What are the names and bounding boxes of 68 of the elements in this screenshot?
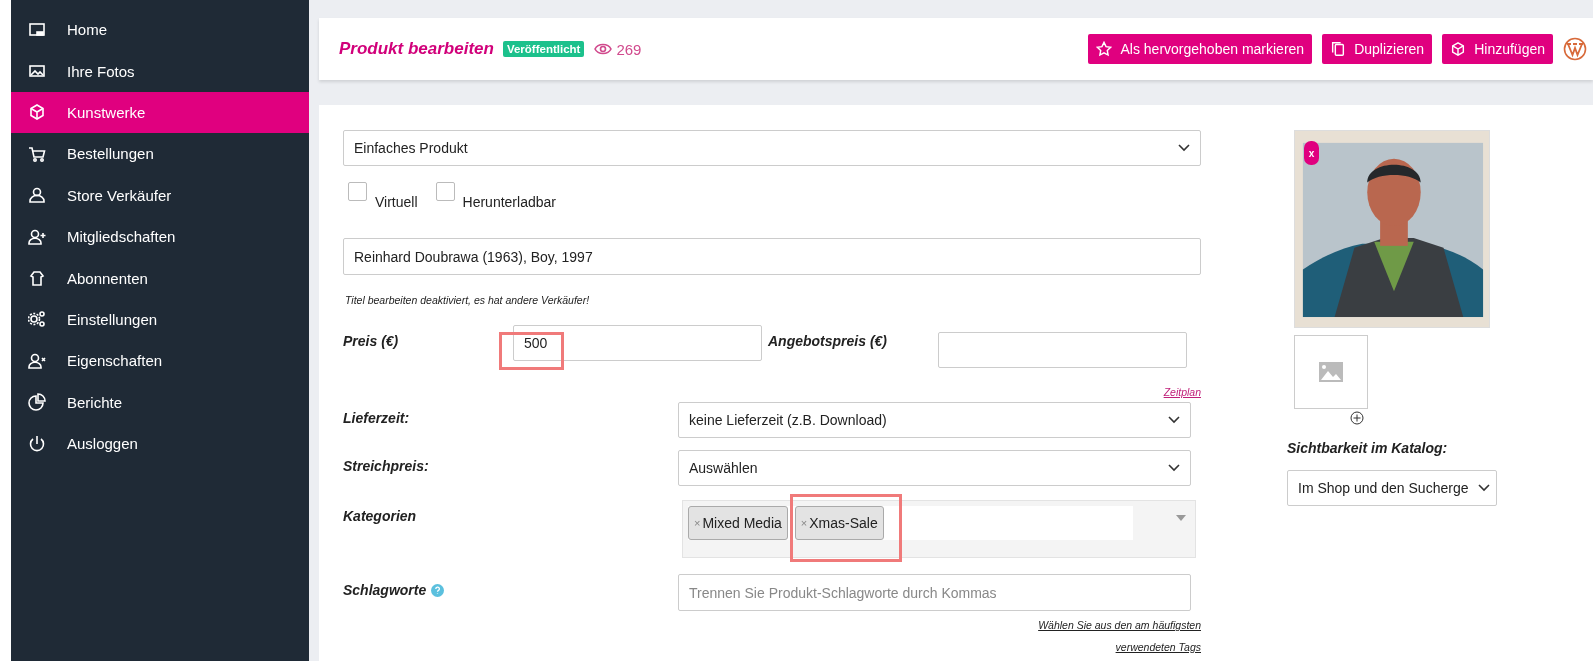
user-plus-icon [28,227,46,246]
image-icon [1319,362,1343,382]
delivery-time-select[interactable]: keine Lieferzeit (z.B. Download) [678,402,1191,438]
sidebar-item[interactable]: Abonnenten [11,257,309,299]
chevron-down-icon [1178,144,1190,152]
cube-icon [1450,41,1467,57]
sidebar-item[interactable]: Einstellungen [11,298,309,341]
power-icon [28,434,46,453]
field-label: Sichtbarkeit im Katalog: [1287,440,1449,456]
field-label: Angebotspreis (€) [768,332,888,351]
chevron-down-icon [1168,416,1180,424]
copy-icon [1330,41,1347,57]
visibility-select[interactable]: Im Shop und den Sucherge [1287,470,1497,506]
gears-icon [28,310,46,329]
shirt-icon [28,269,46,288]
cube-icon [28,103,46,122]
popular-tags-link[interactable]: Wählen Sie aus den am häufigsten verwendeten Tags [1011,614,1201,658]
header-button[interactable]: Hinzufügen [1442,34,1553,64]
field-label: Lieferzeit: [343,409,411,428]
sidebar-item[interactable]: Berichte [11,381,309,423]
help-icon [431,584,445,597]
field-label: Streichpreis: [343,457,430,476]
strike-price-select[interactable]: Auswählen [678,450,1191,486]
sidebar-item[interactable]: Bestellungen [11,133,309,175]
page-title: Produkt bearbeiten [339,39,494,59]
sale-price-field[interactable] [938,332,1187,368]
field-label: Kategorien [343,507,418,526]
image-placeholder[interactable] [1294,335,1368,409]
eye-icon [594,43,613,55]
checkbox[interactable] [435,182,455,201]
chevron-down-icon [1478,484,1490,492]
title-field[interactable]: Reinhard Doubrawa (1963), Boy, 1997 [343,238,1201,275]
status-badge: Veröffentlicht [502,41,585,57]
schedule-link[interactable]: Zeitplan [1163,386,1201,398]
caret-icon [1176,515,1186,521]
sidebar-item[interactable]: Kunstwerke [11,91,309,134]
user-icon [28,186,46,205]
price-field[interactable]: 500 [513,325,762,361]
sidebar-item[interactable]: Ihre Fotos [11,50,309,92]
field-label: Preis (€) [343,332,400,351]
view-count: 269 [616,40,642,58]
sidebar-item[interactable]: Store Verkäufer [11,174,309,216]
pie-chart-icon [28,393,46,412]
chevron-down-icon [1168,464,1180,472]
tags-field[interactable]: Trennen Sie Produkt-Schlagworte durch Kommas [678,574,1191,611]
sidebar-item[interactable]: Eigenschaften [11,340,309,382]
title-note: Titel bearbeiten deaktiviert, es hat andere Verkäufer! [345,294,591,306]
star-icon [1096,41,1113,57]
monitor-icon [28,20,46,39]
checkbox-label: Herunterladbar [462,194,556,210]
product-type-select[interactable]: Einfaches Produkt [343,130,1201,166]
field-label: Schlagworte [343,582,427,598]
tag-label: Mixed Media [702,515,782,531]
checkbox-label: Virtuell [375,194,418,210]
sidebar-item[interactable]: Home [11,9,309,51]
tag-label: Xmas-Sale [809,515,878,531]
header-button[interactable]: Als hervorgehoben markieren [1088,34,1313,64]
sidebar-item[interactable]: Mitgliedschaften [11,215,309,258]
header-button[interactable]: Duplizieren [1322,34,1433,64]
category-tag[interactable]: ×Xmas-Sale [794,506,884,540]
remove-image-button[interactable]: x [1304,141,1319,165]
user-x-icon [28,351,46,370]
add-icon [1350,411,1364,425]
cart-icon [28,144,46,163]
sidebar-item[interactable]: Ausloggen [11,422,309,465]
checkbox[interactable] [348,182,367,201]
wordpress-icon [1563,37,1587,61]
category-tag[interactable]: ×Mixed Media [688,506,788,540]
